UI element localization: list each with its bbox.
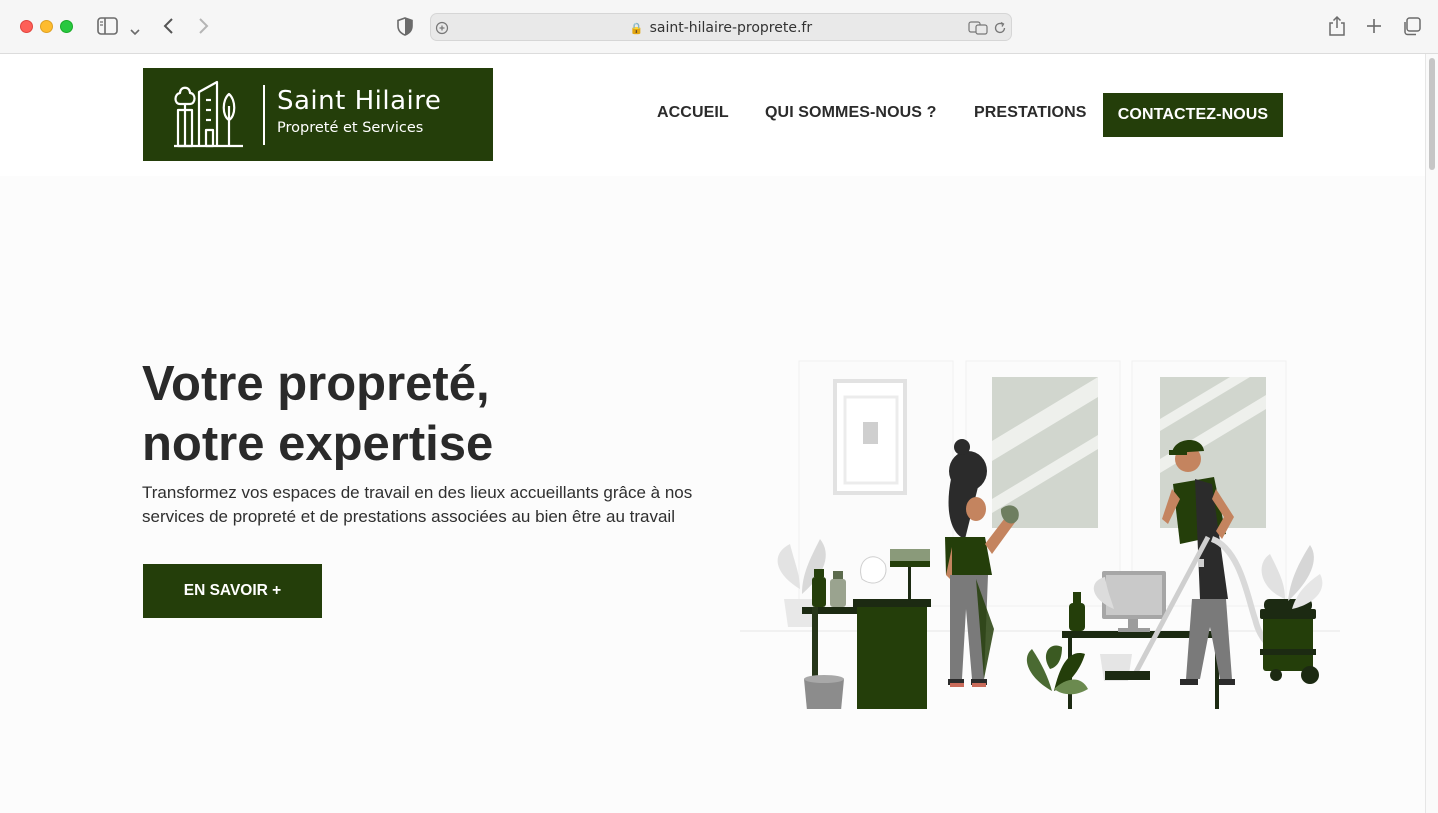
- new-tab-icon[interactable]: [1366, 18, 1382, 38]
- hero-description: Transformez vos espaces de travail en de…: [142, 483, 693, 526]
- chevron-down-icon[interactable]: [130, 21, 140, 40]
- nav-about[interactable]: QUI SOMMES-NOUS ?: [765, 104, 936, 122]
- learn-more-button[interactable]: EN SAVOIR +: [143, 564, 322, 618]
- contact-button[interactable]: CONTACTEZ-NOUS: [1103, 93, 1283, 137]
- fullscreen-window-button[interactable]: [60, 20, 73, 33]
- nav-home[interactable]: ACCUEIL: [657, 104, 729, 122]
- share-icon[interactable]: [1328, 15, 1346, 41]
- address-bar[interactable]: 🔒 saint-hilaire-proprete.fr: [430, 13, 1012, 41]
- browser-toolbar: 🔒 saint-hilaire-proprete.fr: [0, 0, 1438, 54]
- url-text: saint-hilaire-proprete.fr: [649, 20, 813, 36]
- minimize-window-button[interactable]: [40, 20, 53, 33]
- web-page: Saint Hilaire Propreté et Services ACCUE…: [0, 54, 1425, 813]
- site-header: Saint Hilaire Propreté et Services ACCUE…: [0, 54, 1425, 176]
- logo-divider: [263, 85, 265, 145]
- hero-title: Votre propreté, notre expertise: [142, 354, 493, 474]
- cleaning-illustration: [740, 360, 1340, 709]
- hero-title-line2: notre expertise: [142, 417, 494, 471]
- logo-subtitle: Propreté et Services: [277, 120, 424, 136]
- reload-icon[interactable]: [993, 20, 1007, 39]
- lock-icon: 🔒: [629, 22, 644, 35]
- logo-title: Saint Hilaire: [277, 86, 442, 116]
- sidebar-icon[interactable]: [97, 17, 118, 39]
- tabs-icon[interactable]: [1402, 17, 1421, 40]
- nav-services[interactable]: PRESTATIONS: [974, 104, 1087, 122]
- url-display: 🔒 saint-hilaire-proprete.fr: [431, 20, 1011, 36]
- page-scrollbar[interactable]: [1425, 54, 1438, 813]
- hero-title-line1: Votre propreté,: [142, 357, 490, 411]
- close-window-button[interactable]: [20, 20, 33, 33]
- scrollbar-thumb[interactable]: [1429, 58, 1435, 170]
- site-logo[interactable]: Saint Hilaire Propreté et Services: [143, 68, 493, 161]
- back-icon[interactable]: [162, 17, 174, 39]
- shield-icon[interactable]: [397, 17, 413, 40]
- buildings-icon: [174, 80, 243, 148]
- translate-icon[interactable]: [968, 20, 988, 39]
- forward-icon[interactable]: [198, 17, 210, 39]
